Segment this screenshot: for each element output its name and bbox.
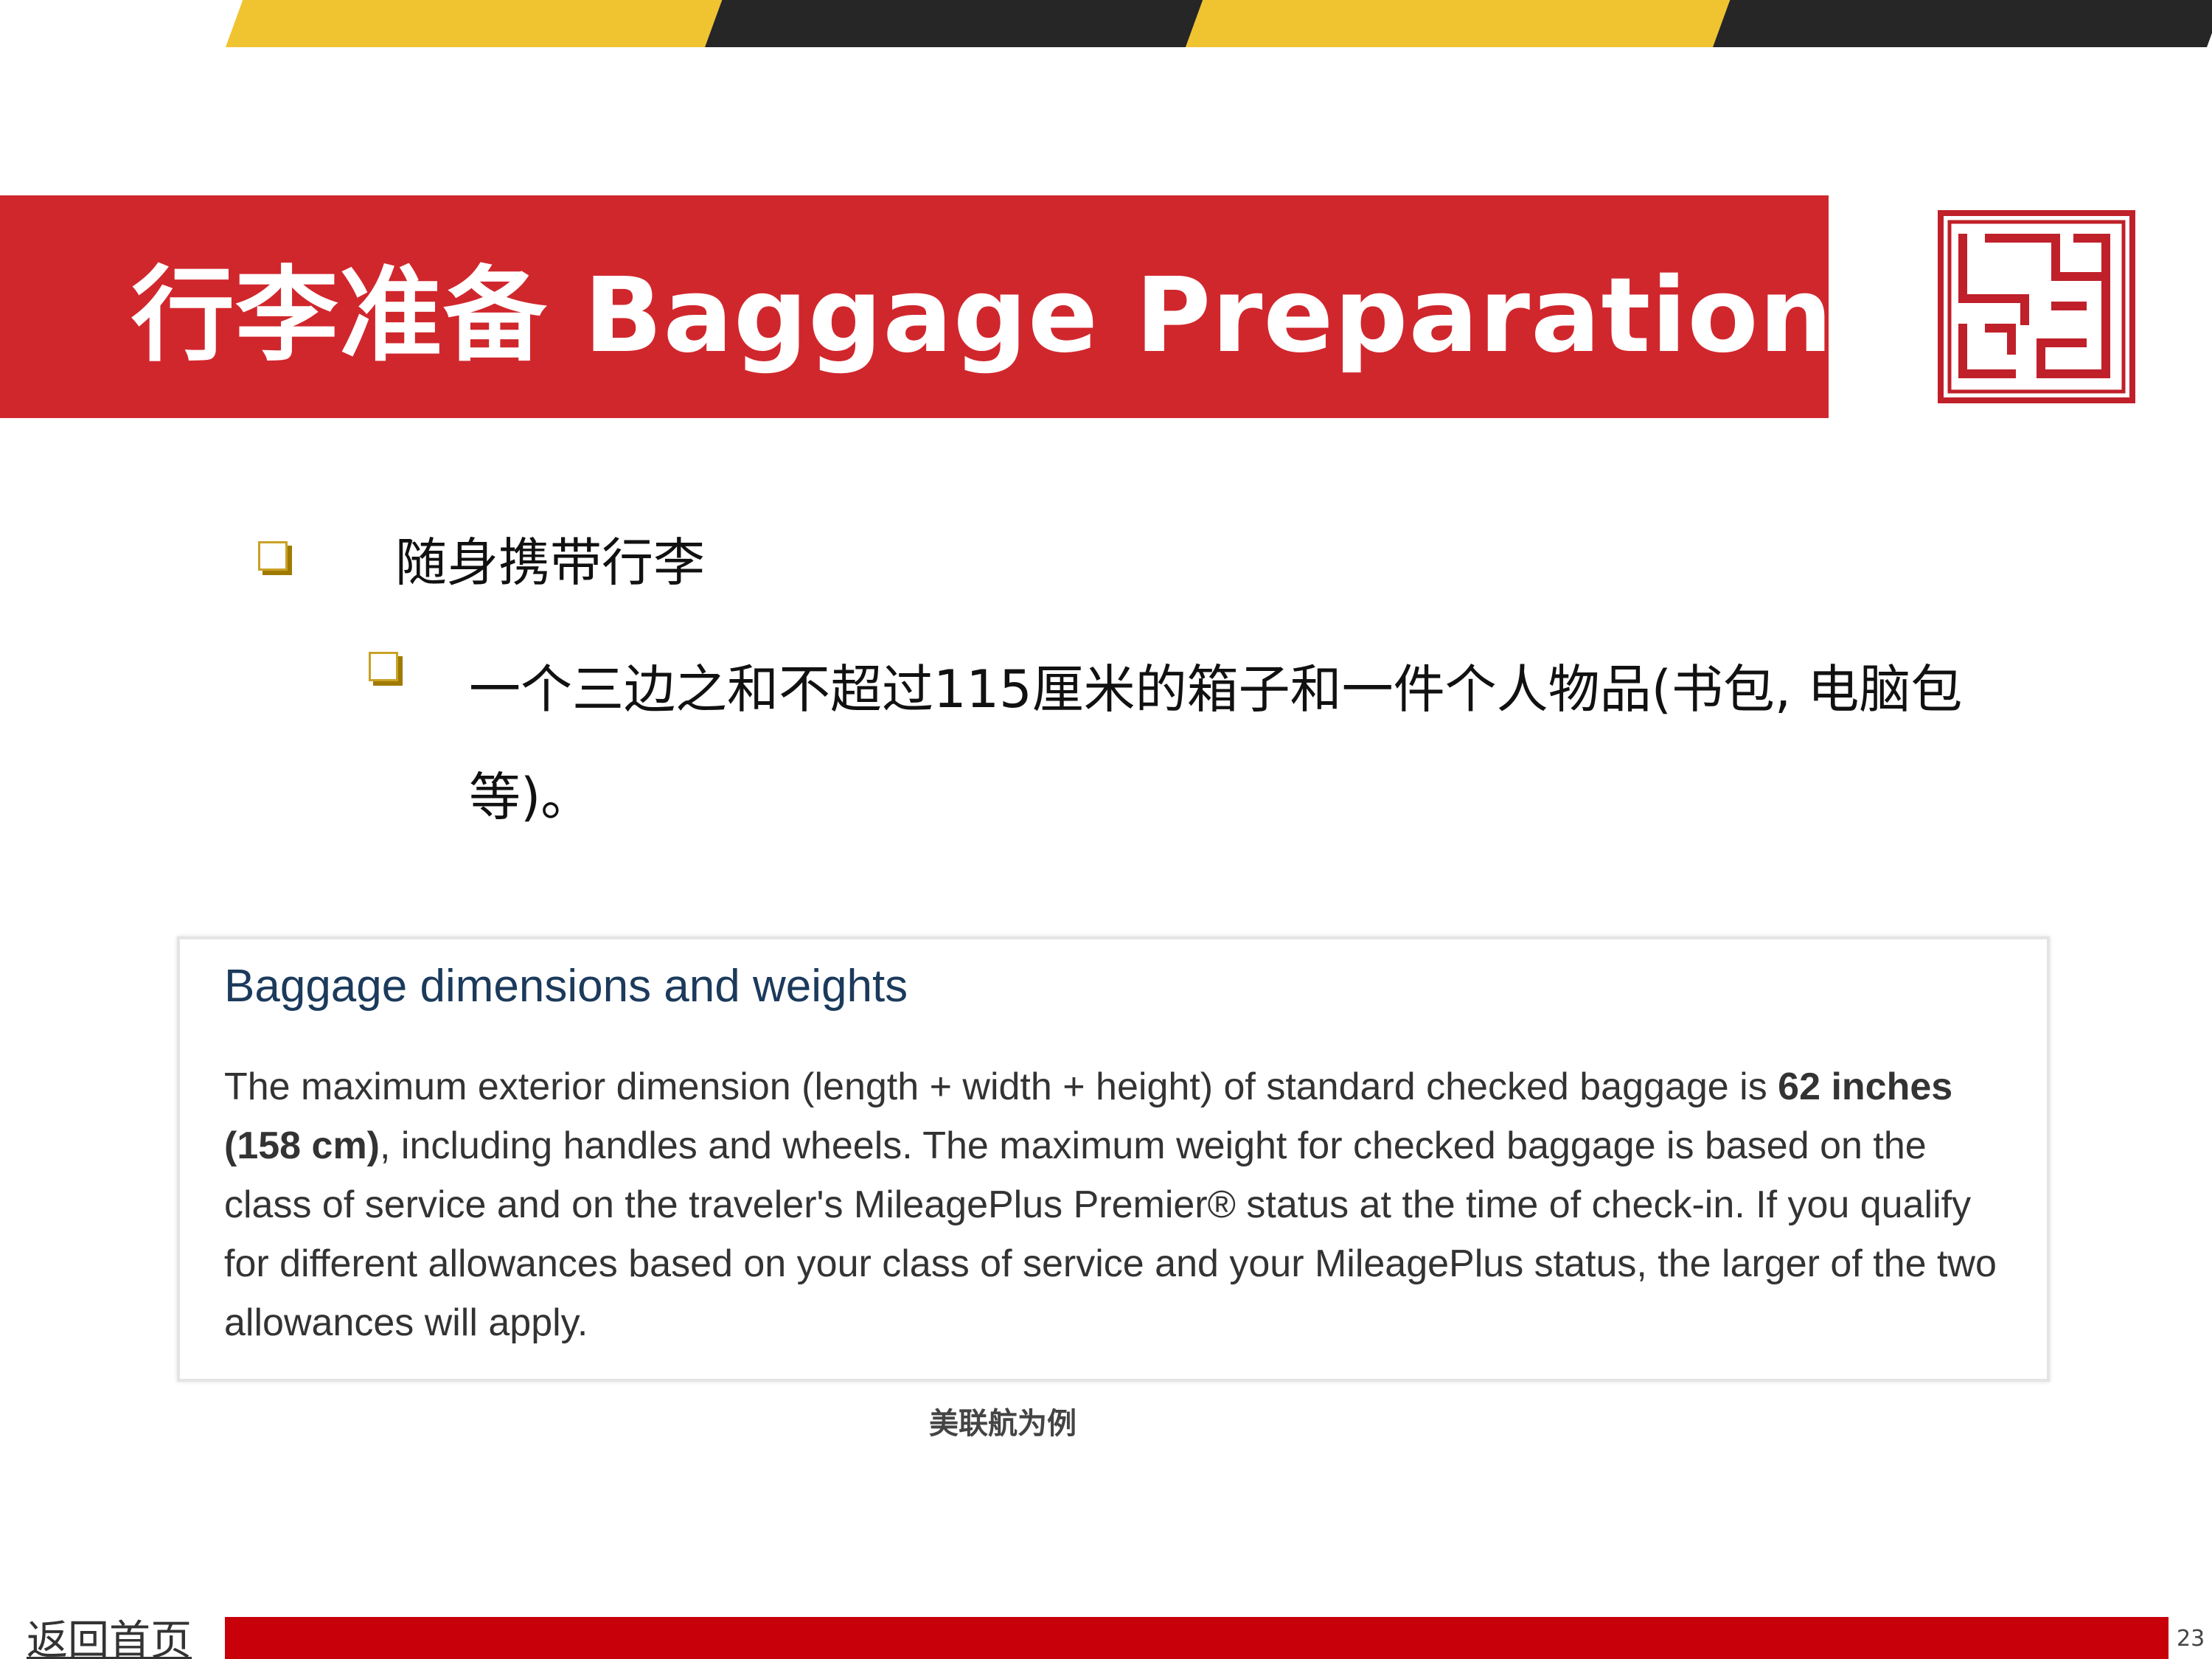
stripe-yellow-1 <box>226 0 723 47</box>
screenshot-caption: 美联航为例 <box>929 1407 1077 1441</box>
title-banner: 行李准备 Baggage Preparation <box>0 195 1832 418</box>
page-number: 23 <box>2177 1626 2205 1652</box>
stripe-yellow-2 <box>1186 0 1731 47</box>
bullet-carry-on-detail: 一个三边之和不超过115厘米的箱子和一件个人物品(书包, 电脑包等)。 <box>369 636 2065 851</box>
bullet-label-carry-on: 随身携带行李 <box>395 532 705 593</box>
top-decorative-stripes <box>0 0 2212 47</box>
bullet-carry-on: 随身携带行李 <box>258 529 705 596</box>
policy-text-prefix: The maximum exterior dimension (length +… <box>224 1065 1778 1108</box>
policy-text: The maximum exterior dimension (length +… <box>224 1057 2016 1352</box>
home-link[interactable]: 返回首页 <box>27 1607 192 1659</box>
bullet-label-carry-on-detail: 一个三边之和不超过115厘米的箱子和一件个人物品(书包, 电脑包等)。 <box>469 659 1963 827</box>
square-bullet-icon <box>369 652 404 687</box>
red-seal-logo-icon <box>1938 210 2135 403</box>
square-bullet-icon <box>258 541 293 577</box>
slide: 行李准备 Baggage Preparation 随身携带行李 一个三边之和不超… <box>0 0 2212 1659</box>
policy-text-suffix: , including handles and wheels. The maxi… <box>224 1124 1997 1344</box>
stripe-dark-1 <box>705 0 1203 47</box>
page-title: 行李准备 Baggage Preparation <box>131 256 1834 376</box>
stripe-dark-2 <box>1713 0 2212 47</box>
baggage-policy-screenshot: Baggage dimensions and weights The maxim… <box>177 936 2050 1382</box>
policy-heading: Baggage dimensions and weights <box>224 961 908 1012</box>
footer-bar <box>225 1617 2168 1659</box>
